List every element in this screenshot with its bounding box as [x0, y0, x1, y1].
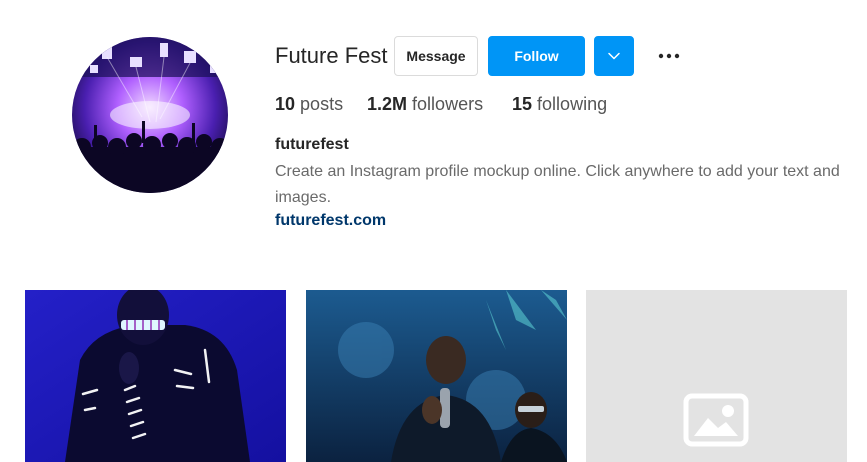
profile-username: Future Fest — [275, 43, 388, 68]
posts-label: posts — [300, 94, 344, 114]
followers-count: 1.2M — [367, 94, 408, 114]
posts-count: 10 — [275, 94, 296, 114]
following-label: following — [537, 94, 608, 114]
followers-label: followers — [412, 94, 484, 114]
more-options-button[interactable] — [653, 36, 685, 76]
profile-header-row: Future Fest Message Follow — [275, 36, 855, 76]
rapper-microphone-image — [306, 290, 567, 462]
performer-led-suit-image — [25, 290, 286, 462]
profile-full-name: futurefest — [275, 136, 349, 153]
profile-website-link[interactable]: futurefest.com — [275, 212, 386, 230]
following-stat[interactable]: 15 following — [512, 94, 607, 115]
profile-avatar[interactable] — [72, 37, 228, 193]
followers-stat[interactable]: 1.2M followers — [367, 94, 483, 115]
message-button[interactable]: Message — [394, 36, 478, 76]
follow-button[interactable]: Follow — [488, 36, 585, 76]
suggestions-dropdown-button[interactable] — [594, 36, 634, 76]
following-count: 15 — [512, 94, 533, 114]
posts-stat: 10 posts — [275, 94, 343, 115]
more-options-icon — [658, 53, 680, 59]
profile-bio: Create an Instagram profile mockup onlin… — [275, 163, 840, 206]
post-placeholder[interactable] — [586, 290, 847, 462]
image-placeholder-icon — [683, 393, 749, 447]
post-thumbnail[interactable] — [306, 290, 567, 462]
post-thumbnail[interactable] — [25, 290, 286, 462]
concert-crowd-image — [72, 37, 228, 193]
chevron-down-icon — [608, 52, 620, 60]
